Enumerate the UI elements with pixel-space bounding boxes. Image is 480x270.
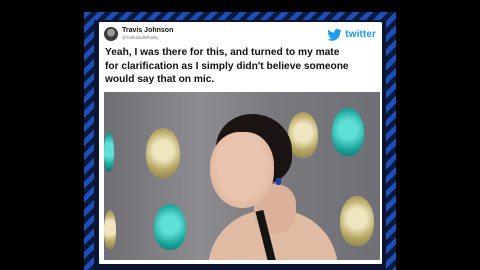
tweet-header: Travis Johnson @CelluloidWhisky twitter: [99, 22, 382, 46]
tweet-text-line: would say that on mic.: [105, 74, 215, 85]
award-mask-graphic: [288, 112, 318, 158]
tweet-text: Yeah, I was there for this, and turned t…: [105, 46, 381, 87]
twitter-wordmark: twitter: [345, 29, 376, 40]
twitter-brand: twitter: [327, 28, 376, 41]
author-name: Travis Johnson: [122, 27, 174, 34]
twitter-bird-icon: [327, 28, 342, 41]
avatar: [104, 27, 118, 41]
tweet-card: Travis Johnson @CelluloidWhisky twitter …: [99, 22, 382, 264]
award-mask-graphic: [104, 210, 116, 250]
video-frame: Travis Johnson @CelluloidWhisky twitter …: [0, 0, 480, 270]
award-mask-graphic: [332, 108, 364, 156]
award-mask-graphic: [340, 196, 374, 246]
tweet-text-line: Yeah, I was there for this, and turned t…: [105, 47, 340, 58]
person-face: [210, 132, 274, 208]
tweet-text-line: for clarification as I simply didn't bel…: [105, 60, 349, 72]
earring: [276, 178, 281, 185]
award-mask-graphic: [146, 128, 180, 178]
author-handle: @CelluloidWhisky: [122, 35, 159, 40]
tweet-photo: [104, 92, 380, 260]
award-mask-graphic: [104, 132, 114, 172]
award-mask-graphic: [154, 204, 186, 250]
